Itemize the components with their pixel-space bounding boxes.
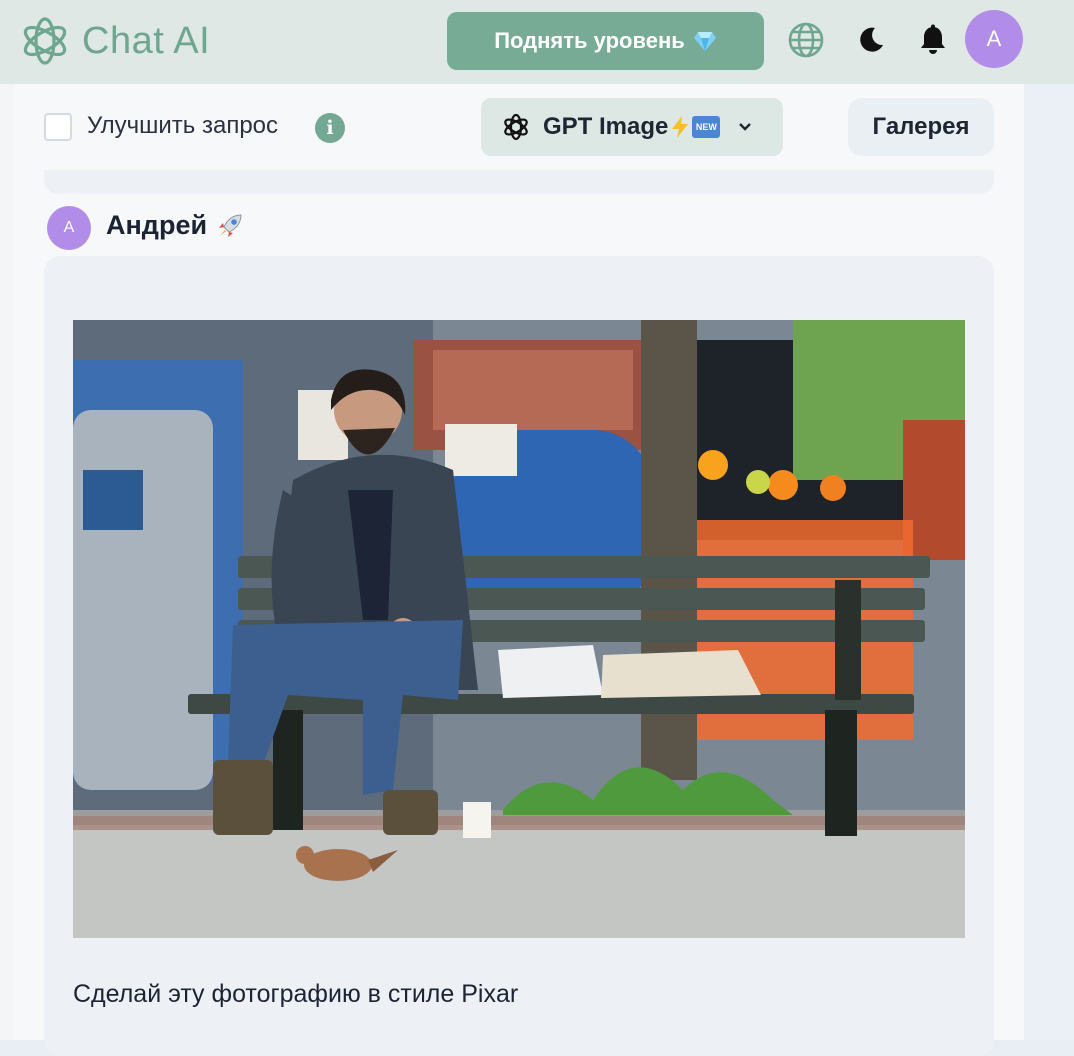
right-edge (1024, 84, 1074, 1040)
upgrade-button[interactable]: Поднять уровень (447, 12, 764, 70)
message-avatar: A (47, 206, 91, 250)
logo-icon (23, 17, 67, 65)
notifications-button[interactable] (913, 20, 953, 60)
improve-prompt-checkbox[interactable] (44, 113, 72, 141)
globe-button[interactable] (786, 20, 826, 60)
theme-toggle-button[interactable] (851, 20, 891, 60)
globe-icon (788, 22, 824, 58)
user-avatar[interactable]: A (965, 10, 1023, 68)
left-edge (0, 84, 14, 1040)
chevron-down-icon (739, 123, 752, 131)
message-author: Андрей (106, 210, 245, 241)
info-icon[interactable]: i (315, 113, 345, 143)
openai-icon (504, 113, 528, 141)
message-avatar-initial: A (63, 219, 75, 236)
model-selector[interactable]: GPT Image NEW (481, 98, 783, 156)
app-name: Chat AI (82, 19, 211, 62)
message-text: Сделай эту фотографию в стиле Pixar (73, 980, 519, 1008)
model-name: GPT Image (543, 113, 669, 140)
attached-photo[interactable] (73, 320, 965, 938)
previous-message-card (44, 170, 994, 194)
improve-prompt-label: Улучшить запрос (87, 112, 279, 139)
brand[interactable]: Chat AI (18, 14, 210, 68)
moon-icon (860, 27, 883, 52)
author-name: Андрей (106, 210, 208, 240)
bell-icon (921, 24, 945, 54)
gallery-button[interactable]: Галерея (848, 98, 994, 156)
top-bar: Chat AI Поднять уровень A (0, 0, 1074, 84)
diamond-icon (693, 32, 716, 51)
lightning-icon (672, 116, 689, 138)
avatar-initial: A (986, 26, 1002, 51)
new-badge: NEW (692, 116, 721, 138)
upgrade-label: Поднять уровень (494, 28, 685, 53)
rocket-icon (219, 213, 242, 237)
gallery-label: Галерея (872, 113, 970, 140)
photo-illustration (73, 320, 965, 938)
